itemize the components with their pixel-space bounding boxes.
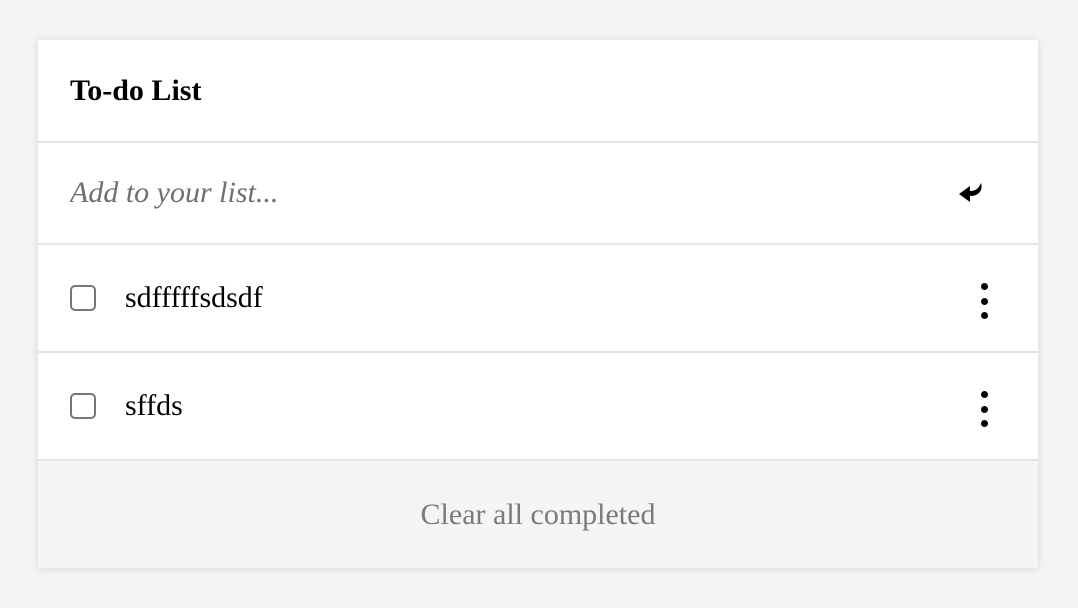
todo-card: To-do List sdfffffsdsdf sffds Clear all … xyxy=(38,40,1038,568)
todo-checkbox[interactable] xyxy=(70,393,96,419)
kebab-menu-icon[interactable] xyxy=(976,283,992,319)
todo-checkbox[interactable] xyxy=(70,285,96,311)
page-title: To-do List xyxy=(70,73,202,107)
card-header: To-do List xyxy=(38,40,1038,143)
add-item-row xyxy=(38,143,1038,245)
clear-completed-button[interactable]: Clear all completed xyxy=(38,461,1038,568)
todo-item: sffds xyxy=(38,353,1038,461)
enter-arrow-icon[interactable] xyxy=(956,179,986,209)
kebab-menu-icon[interactable] xyxy=(976,391,992,427)
todo-label: sdfffffsdsdf xyxy=(125,281,263,314)
todo-item: sdfffffsdsdf xyxy=(38,245,1038,353)
add-item-input[interactable] xyxy=(70,176,910,210)
todo-label: sffds xyxy=(125,389,183,422)
